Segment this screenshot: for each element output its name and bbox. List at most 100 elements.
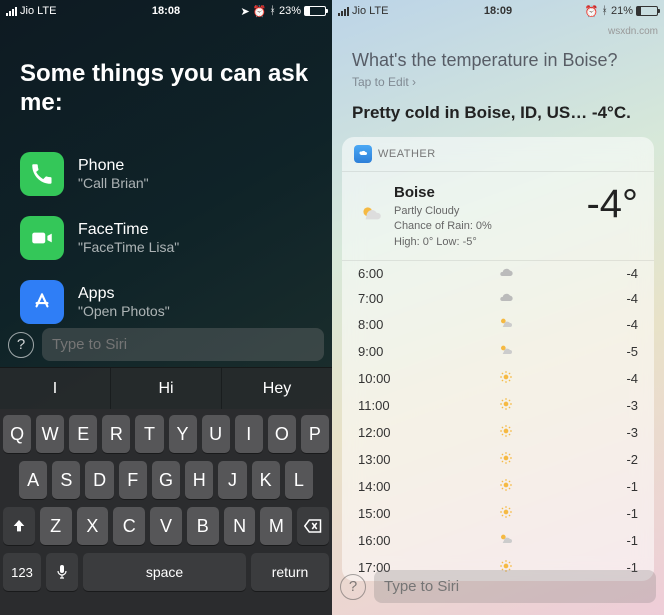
- weather-card[interactable]: WEATHER Boise Partly Cloudy Chance of Ra…: [342, 137, 654, 581]
- bluetooth-icon: ᚼ: [269, 5, 276, 17]
- location-name: Boise: [394, 184, 586, 201]
- key-e[interactable]: E: [69, 415, 97, 453]
- sun-icon: [410, 397, 602, 414]
- siri-text-input[interactable]: [374, 570, 656, 603]
- suggestion-sub: "FaceTime Lisa": [78, 239, 179, 255]
- key-k[interactable]: K: [252, 461, 280, 499]
- key-v[interactable]: V: [150, 507, 182, 545]
- hour-temp: -3: [602, 425, 638, 440]
- key-x[interactable]: X: [77, 507, 109, 545]
- hour-label: 14:00: [358, 479, 410, 494]
- shift-key[interactable]: [3, 507, 35, 545]
- hour-label: 6:00: [358, 266, 410, 281]
- carrier-label: Jio: [352, 5, 366, 17]
- key-a[interactable]: A: [19, 461, 47, 499]
- hour-label: 16:00: [358, 533, 410, 548]
- network-label: LTE: [369, 5, 388, 17]
- network-label: LTE: [37, 5, 56, 17]
- tap-to-edit[interactable]: Tap to Edit ›: [332, 75, 664, 103]
- dictate-key[interactable]: [46, 553, 78, 591]
- partly-icon: [410, 343, 602, 360]
- hour-temp: -1: [602, 506, 638, 521]
- key-c[interactable]: C: [113, 507, 145, 545]
- suggestion-phone[interactable]: Phone "Call Brian": [0, 142, 332, 206]
- key-b[interactable]: B: [187, 507, 219, 545]
- backspace-key[interactable]: [297, 507, 329, 545]
- hour-row: 6:00-4: [342, 261, 654, 286]
- weather-app-icon: [354, 145, 372, 163]
- key-s[interactable]: S: [52, 461, 80, 499]
- keyboard: Q W E R T Y U I O P A S D F G H J K L Z …: [0, 409, 332, 615]
- key-y[interactable]: Y: [169, 415, 197, 453]
- suggestion-facetime[interactable]: FaceTime "FaceTime Lisa": [0, 206, 332, 270]
- key-o[interactable]: O: [268, 415, 296, 453]
- hour-label: 13:00: [358, 452, 410, 467]
- key-d[interactable]: D: [85, 461, 113, 499]
- partly-icon: [410, 316, 602, 333]
- hour-temp: -1: [602, 479, 638, 494]
- siri-heading: Some things you can ask me:: [0, 20, 332, 142]
- hour-temp: -4: [602, 291, 638, 306]
- siri-input-bar: ?: [0, 322, 332, 367]
- signal-icon: [6, 7, 17, 16]
- key-l[interactable]: L: [285, 461, 313, 499]
- return-key[interactable]: return: [251, 553, 329, 591]
- siri-input-bar: ?: [332, 564, 664, 609]
- key-f[interactable]: F: [119, 461, 147, 499]
- key-n[interactable]: N: [224, 507, 256, 545]
- hourly-forecast: 6:00-47:00-48:00-49:00-510:00-411:00-312…: [342, 261, 654, 581]
- sun-icon: [410, 451, 602, 468]
- high-low: High: 0° Low: -5°: [394, 235, 586, 250]
- key-g[interactable]: G: [152, 461, 180, 499]
- hour-row: 8:00-4: [342, 311, 654, 338]
- help-button[interactable]: ?: [340, 574, 366, 600]
- hour-temp: -4: [602, 317, 638, 332]
- key-p[interactable]: P: [301, 415, 329, 453]
- phone-icon: [20, 152, 64, 196]
- watermark: wsxdn.com: [608, 26, 658, 37]
- partly-icon: [410, 532, 602, 549]
- numbers-key[interactable]: 123: [3, 553, 41, 591]
- key-row: Q W E R T Y U I O P: [3, 415, 329, 453]
- partly-cloudy-icon: [358, 202, 384, 233]
- suggestion-title: Phone: [78, 157, 149, 175]
- siri-answer: Pretty cold in Boise, ID, US… -4°C.: [332, 103, 664, 137]
- prediction[interactable]: Hey: [222, 368, 332, 409]
- help-button[interactable]: ?: [8, 332, 34, 358]
- battery-pct: 21%: [611, 5, 633, 17]
- battery-pct: 23%: [279, 5, 301, 17]
- prediction[interactable]: I: [0, 368, 111, 409]
- hour-label: 11:00: [358, 398, 410, 413]
- key-u[interactable]: U: [202, 415, 230, 453]
- hour-temp: -4: [602, 371, 638, 386]
- location-icon: ➤: [240, 5, 249, 18]
- prediction[interactable]: Hi: [111, 368, 222, 409]
- key-m[interactable]: M: [260, 507, 292, 545]
- key-z[interactable]: Z: [40, 507, 72, 545]
- battery-icon: [636, 6, 658, 16]
- space-key[interactable]: space: [83, 553, 246, 591]
- hour-row: 12:00-3: [342, 419, 654, 446]
- key-row: Z X C V B N M: [3, 507, 329, 545]
- card-label: WEATHER: [378, 148, 436, 160]
- siri-text-input[interactable]: [42, 328, 324, 361]
- key-q[interactable]: Q: [3, 415, 31, 453]
- status-bar: Jio LTE 18:09 ⏰ ᚼ 21%: [332, 0, 664, 20]
- key-i[interactable]: I: [235, 415, 263, 453]
- key-r[interactable]: R: [102, 415, 130, 453]
- key-h[interactable]: H: [185, 461, 213, 499]
- key-j[interactable]: J: [218, 461, 246, 499]
- hour-label: 9:00: [358, 344, 410, 359]
- suggestion-sub: "Call Brian": [78, 175, 149, 191]
- phone-right: Jio LTE 18:09 ⏰ ᚼ 21% wsxdn.com What's t…: [332, 0, 664, 615]
- hour-row: 13:00-2: [342, 446, 654, 473]
- key-t[interactable]: T: [135, 415, 163, 453]
- hour-temp: -5: [602, 344, 638, 359]
- hour-row: 7:00-4: [342, 286, 654, 311]
- cloud-icon: [410, 266, 602, 281]
- bluetooth-icon: ᚼ: [601, 5, 608, 17]
- signal-icon: [338, 7, 349, 16]
- hour-label: 15:00: [358, 506, 410, 521]
- condition-text: Partly Cloudy: [394, 204, 586, 219]
- key-w[interactable]: W: [36, 415, 64, 453]
